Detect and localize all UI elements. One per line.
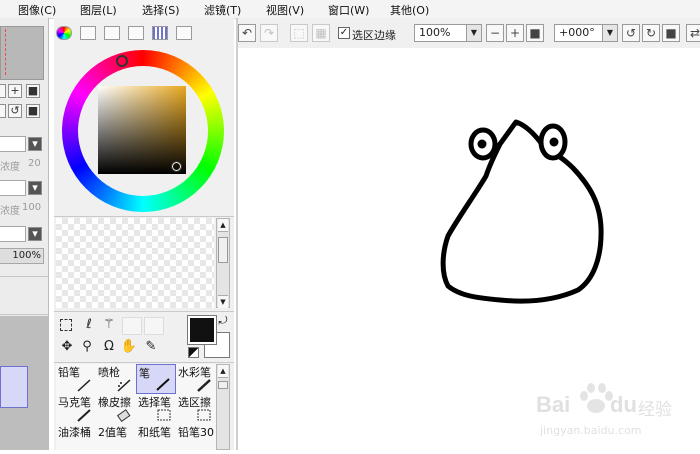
redo-button[interactable]: ↷ [260, 24, 278, 42]
brush-watercolor[interactable]: 水彩笔 [176, 364, 216, 394]
select-pen-icon [157, 409, 171, 421]
brush-select-eraser[interactable]: 选区擦 [176, 394, 216, 424]
chevron-down-icon[interactable]: ▾ [28, 137, 42, 151]
brush-airbrush[interactable]: 喷枪 [96, 364, 136, 394]
zoom-reset-button[interactable]: ■ [526, 24, 544, 42]
empty-tool-slot [144, 317, 164, 335]
paw-icon [580, 383, 613, 413]
airbrush-icon [117, 379, 131, 392]
reset-colors-icon[interactable] [188, 347, 199, 358]
eraser-icon [116, 409, 131, 422]
texture-select[interactable] [0, 180, 26, 196]
brush-scrollbar[interactable]: ▲ [216, 364, 230, 450]
zoom-reset-button[interactable]: ■ [26, 84, 40, 98]
zoom-in-button[interactable]: + [8, 84, 22, 98]
select-eraser-icon [197, 409, 211, 421]
rotate-cw-button[interactable]: ↻ [642, 24, 660, 42]
magic-wand-icon[interactable]: ⚚ [100, 316, 118, 334]
pen-icon [156, 378, 170, 391]
rotate-tool-icon[interactable]: Ω [100, 338, 118, 356]
density-label-2: 浓度 [0, 206, 20, 217]
swap-colors-icon[interactable]: ⤾ [214, 312, 232, 330]
chevron-down-icon: ▼ [466, 25, 481, 41]
density-value: 20 [28, 158, 41, 169]
rotate-reset-button[interactable]: ■ [26, 104, 40, 118]
undo-button[interactable]: ↶ [238, 24, 256, 42]
watercolor-icon [197, 379, 211, 392]
rotate-left-button[interactable] [0, 104, 6, 118]
brush-grid: 铅笔 喷枪 笔 水彩笔 马克笔 橡皮擦 选择笔 选区擦 油漆桶 2值笔 和纸笔 … [56, 364, 216, 450]
saturation-value-square[interactable] [98, 86, 186, 174]
zoom-in-button[interactable]: + [506, 24, 524, 42]
watermark-brand-2: du [610, 392, 637, 417]
lasso-icon[interactable]: ℓ [80, 316, 98, 334]
layer-list [0, 316, 48, 450]
rotation-select[interactable]: +000° ▼ [554, 24, 618, 42]
color-wheel-tab-icon[interactable] [56, 26, 72, 40]
invert-selection-button[interactable]: ▦ [312, 24, 330, 42]
rotate-reset-button[interactable]: ■ [662, 24, 680, 42]
move-icon[interactable]: ✥ [58, 338, 76, 356]
marker-icon [77, 409, 91, 422]
brush-marker[interactable]: 马克笔 [56, 394, 96, 424]
hand-icon[interactable]: ✋ [120, 338, 138, 356]
watermark-brand-cn: 经验 [638, 400, 672, 420]
chevron-down-icon[interactable]: ▾ [28, 227, 42, 241]
color-list-tab-icon[interactable] [128, 26, 144, 40]
brush-pencil[interactable]: 铅笔 [56, 364, 96, 394]
density-value-2: 100 [22, 202, 42, 213]
eyedropper-icon[interactable]: ✎ [142, 338, 160, 356]
blend-mode-select[interactable] [0, 136, 26, 152]
empty-tool-slot [122, 317, 142, 335]
hue-marker[interactable] [116, 55, 128, 67]
primary-color-front[interactable] [187, 315, 217, 345]
layer-mode-select[interactable] [0, 226, 26, 242]
rect-select-icon[interactable] [60, 319, 72, 331]
rgb-slider-tab-icon[interactable] [80, 26, 96, 40]
deselect-button[interactable]: ⬚ [290, 24, 308, 42]
menu-filter[interactable]: 滤镜(T) [204, 2, 241, 18]
menu-window[interactable]: 窗口(W) [328, 2, 369, 18]
navigator-preview [0, 26, 44, 80]
zoom-out-button[interactable] [0, 84, 6, 98]
selection-edge-checkbox[interactable]: ✓ [338, 27, 350, 39]
layer-item-selected[interactable] [0, 366, 28, 408]
scratch-scrollbar[interactable]: ▲ ▼ [216, 218, 230, 308]
menu-view[interactable]: 视图(V) [266, 2, 304, 18]
density-label: 浓度 [0, 162, 20, 173]
menu-layer[interactable]: 图层(L) [80, 2, 117, 18]
canvas-toolbar: ↶ ↷ ⬚ ▦ ✓ 选区边缘 100% ▼ − + ■ +000° ▼ ↺ ↻ ■ … [238, 18, 700, 49]
watermark-url: jingyan.baidu.com [540, 424, 642, 437]
flip-button[interactable]: ⇄ [686, 24, 700, 42]
drawing-canvas[interactable]: Bai du 经验 jingyan.baidu.com [238, 48, 700, 450]
brush-select-pen[interactable]: 选择笔 [136, 394, 176, 424]
sv-marker[interactable] [171, 161, 182, 172]
pencil-icon [77, 379, 91, 392]
menu-other[interactable]: 其他(O) [390, 2, 429, 18]
zoom-select[interactable]: 100% ▼ [414, 24, 482, 42]
zoom-icon[interactable]: ⚲ [78, 338, 96, 356]
menu-bar: 图像(C) 图层(L) 选择(S) 滤镜(T) 视图(V) 窗口(W) 其他(O… [0, 0, 700, 19]
selection-edge-label: 选区边缘 [352, 29, 396, 42]
watermark-brand: Bai [536, 392, 571, 417]
rotate-ccw-button[interactable]: ↺ [622, 24, 640, 42]
swatch-tab-icon[interactable] [152, 26, 168, 40]
zoom-out-button[interactable]: − [486, 24, 504, 42]
rotate-button[interactable]: ↺ [8, 104, 22, 118]
watermark: Bai du 经验 jingyan.baidu.com [534, 382, 700, 450]
zoom-value: 100% [419, 26, 451, 39]
scratch-pad[interactable] [56, 218, 214, 308]
brush-pen-selected[interactable]: 笔 [136, 364, 176, 394]
hsv-slider-tab-icon[interactable] [104, 26, 120, 40]
rotation-value: +000° [559, 26, 595, 39]
chevron-down-icon: ▼ [602, 25, 617, 41]
chevron-down-icon[interactable]: ▾ [28, 181, 42, 195]
brush-eraser[interactable]: 橡皮擦 [96, 394, 136, 424]
menu-select[interactable]: 选择(S) [142, 2, 180, 18]
color-panel: ▲ ▼ ℓ ⚚ ✥ ⚲ Ω ✋ ✎ ⤾ 铅笔 喷枪 笔 水彩笔 马克笔 橡皮擦 … [54, 18, 234, 450]
scratchpad-tab-icon[interactable] [176, 26, 192, 40]
opacity-field[interactable]: 100% [0, 248, 44, 264]
menu-image[interactable]: 图像(C) [18, 2, 56, 18]
